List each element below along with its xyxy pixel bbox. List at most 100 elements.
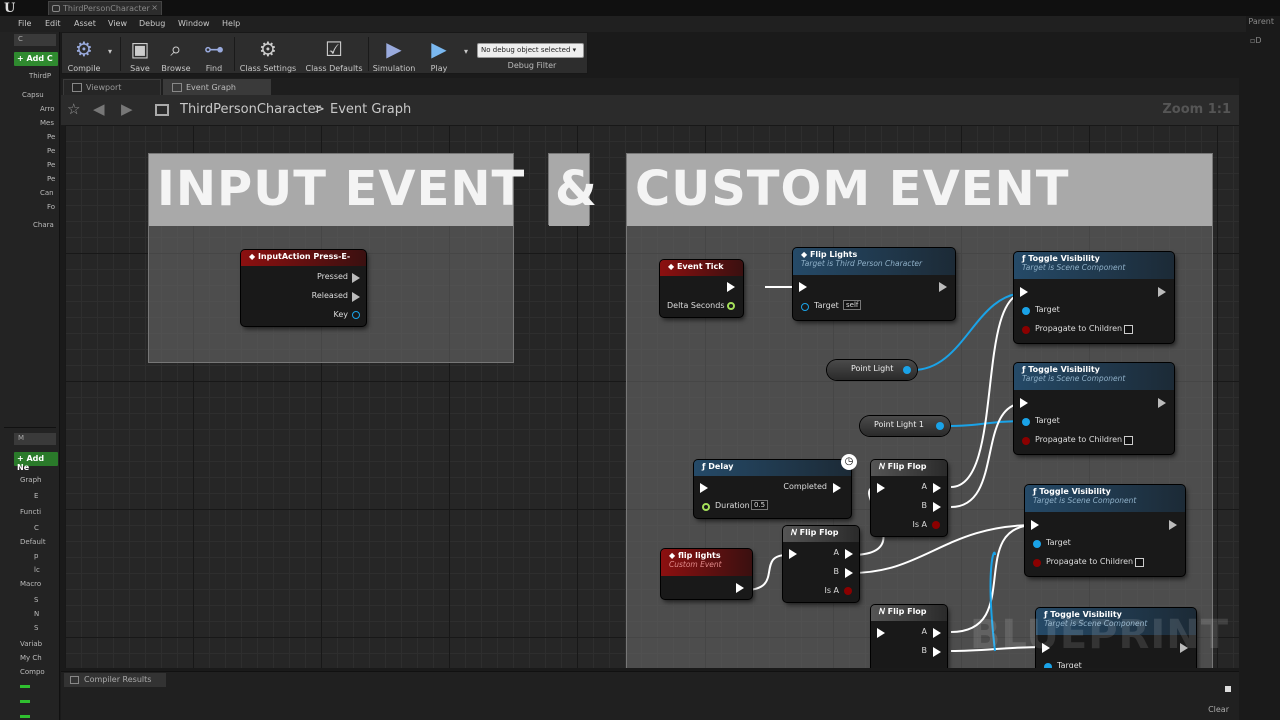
- target-pin[interactable]: [1033, 540, 1041, 548]
- exec-in-pin[interactable]: [700, 483, 708, 493]
- menu-view[interactable]: View: [108, 19, 127, 28]
- bool-pin[interactable]: [844, 587, 852, 595]
- delay-node[interactable]: ƒ Delay ◷ Completed Duration 0.5: [694, 454, 857, 518]
- toggle-visibility-node[interactable]: ƒ Toggle Visibility Target is Scene Comp…: [1014, 363, 1174, 454]
- save-button[interactable]: ▣ Save: [124, 33, 156, 75]
- exec-out-pin[interactable]: [1158, 398, 1166, 408]
- panel-divider[interactable]: [4, 427, 56, 428]
- tree-item[interactable]: Pe: [47, 161, 55, 169]
- tree-item[interactable]: Fo: [47, 203, 55, 211]
- menu-help[interactable]: Help: [222, 19, 240, 28]
- section-functions[interactable]: Functi: [20, 508, 41, 516]
- exec-out-pin[interactable]: [833, 483, 841, 493]
- find-button[interactable]: ⊶ Find: [198, 33, 230, 75]
- exec-out-pin[interactable]: [352, 273, 360, 283]
- toggle-visibility-node[interactable]: ƒ Toggle Visibility Target is Scene Comp…: [1014, 252, 1174, 343]
- exec-out-a-pin[interactable]: [933, 628, 941, 638]
- tab-viewport[interactable]: Viewport: [63, 79, 161, 95]
- section-default[interactable]: Default: [20, 538, 46, 546]
- propagate-checkbox[interactable]: [1124, 436, 1133, 445]
- exec-out-pin[interactable]: [736, 583, 744, 593]
- duration-value[interactable]: 0.5: [751, 500, 769, 510]
- tree-item[interactable]: Pe: [47, 147, 55, 155]
- propagate-checkbox[interactable]: [1135, 558, 1144, 567]
- flip-flop-node[interactable]: 𝑁 Flip Flop A B Is A: [871, 460, 947, 536]
- section-graphs[interactable]: Graph: [20, 476, 41, 484]
- macro-item[interactable]: S: [34, 624, 38, 632]
- section-macros[interactable]: Macro: [20, 580, 41, 588]
- exec-out-b-pin[interactable]: [933, 502, 941, 512]
- add-component-button[interactable]: + Add C: [14, 52, 58, 66]
- section-variables[interactable]: Variab: [20, 640, 42, 648]
- event-graph-canvas[interactable]: INPUT EVENT & CUSTOM EVENT ◆ InputAction…: [65, 125, 1239, 668]
- function-item[interactable]: C: [34, 524, 39, 532]
- debug-object-select[interactable]: No debug object selected ▾: [477, 43, 584, 58]
- add-new-button[interactable]: + Add Ne: [14, 452, 58, 472]
- exec-out-b-pin[interactable]: [933, 647, 941, 657]
- section-my-character[interactable]: My Ch: [20, 654, 42, 662]
- document-tab[interactable]: ThirdPersonCharacter ×: [48, 1, 162, 15]
- toggle-visibility-node[interactable]: ƒ Toggle Visibility Target is Scene Comp…: [1025, 485, 1185, 576]
- favorite-star-icon[interactable]: ☆: [67, 100, 80, 118]
- target-pin[interactable]: [1022, 307, 1030, 315]
- exec-out-a-pin[interactable]: [845, 549, 853, 559]
- bool-pin[interactable]: [1022, 437, 1030, 445]
- scroll-thumb[interactable]: [1225, 686, 1231, 692]
- menu-debug[interactable]: Debug: [139, 19, 165, 28]
- details-tab-icon[interactable]: ▫D: [1250, 36, 1262, 45]
- flip-flop-node[interactable]: 𝑁 Flip Flop A B Is A: [783, 526, 859, 602]
- simulation-button[interactable]: ▶ Simulation: [371, 33, 417, 75]
- tab-compiler-results[interactable]: Compiler Results: [64, 673, 166, 687]
- point-light-variable[interactable]: Point Light: [827, 360, 917, 380]
- breadcrumb-root[interactable]: ThirdPersonCharacter: [180, 102, 321, 117]
- exec-in-pin[interactable]: [1031, 520, 1039, 530]
- close-tab-icon[interactable]: ×: [151, 3, 158, 12]
- menu-asset[interactable]: Asset: [74, 19, 96, 28]
- bool-pin[interactable]: [1033, 559, 1041, 567]
- tree-item[interactable]: Can: [40, 189, 54, 197]
- components-tab[interactable]: C: [14, 34, 56, 46]
- float-pin[interactable]: [727, 302, 735, 310]
- exec-in-pin[interactable]: [877, 628, 885, 638]
- class-defaults-button[interactable]: ☑ Class Defaults: [302, 33, 366, 75]
- exec-in-pin[interactable]: [1020, 398, 1028, 408]
- exec-out-pin[interactable]: [352, 292, 360, 302]
- bool-pin[interactable]: [1022, 326, 1030, 334]
- exec-out-a-pin[interactable]: [933, 483, 941, 493]
- exec-in-pin[interactable]: [877, 483, 885, 493]
- menu-edit[interactable]: Edit: [45, 19, 61, 28]
- menu-file[interactable]: File: [18, 19, 31, 28]
- function-item[interactable]: p: [34, 552, 38, 560]
- exec-in-pin[interactable]: [789, 549, 797, 559]
- exec-out-pin[interactable]: [727, 282, 735, 292]
- my-blueprint-tab[interactable]: M: [14, 433, 56, 445]
- bool-pin[interactable]: [932, 521, 940, 529]
- clear-button[interactable]: Clear: [1208, 705, 1229, 714]
- custom-event-node[interactable]: ◆ flip lights Custom Event: [661, 549, 752, 599]
- exec-out-pin[interactable]: [1169, 520, 1177, 530]
- macro-item[interactable]: N: [34, 610, 39, 618]
- object-pin[interactable]: [936, 422, 944, 430]
- back-arrow-icon[interactable]: ◀: [93, 100, 105, 118]
- exec-out-pin[interactable]: [1158, 287, 1166, 297]
- section-components[interactable]: Compo: [20, 668, 45, 676]
- target-pin[interactable]: [801, 303, 809, 311]
- input-action-node[interactable]: ◆ InputAction Press-E- Pressed Released …: [241, 250, 366, 326]
- point-light-1-variable[interactable]: Point Light 1: [860, 416, 950, 436]
- target-pin[interactable]: [1022, 418, 1030, 426]
- tree-item[interactable]: Pe: [47, 175, 55, 183]
- flip-lights-node[interactable]: ◆ Flip Lights Target is Third Person Cha…: [793, 248, 955, 320]
- flip-flop-node[interactable]: 𝑁 Flip Flop A B: [871, 605, 947, 668]
- propagate-checkbox[interactable]: [1124, 325, 1133, 334]
- exec-in-pin[interactable]: [1020, 287, 1028, 297]
- target-pin[interactable]: [1044, 663, 1052, 668]
- tree-item[interactable]: Mes: [40, 119, 54, 127]
- tab-event-graph[interactable]: Event Graph: [163, 79, 271, 95]
- play-button[interactable]: ▶ Play: [421, 33, 457, 75]
- graph-item[interactable]: E: [34, 492, 38, 500]
- key-pin[interactable]: [352, 311, 360, 319]
- compile-button[interactable]: ⚙ Compile: [64, 33, 104, 75]
- play-options-icon[interactable]: ▾: [460, 33, 472, 75]
- tree-item[interactable]: Arro: [40, 105, 55, 113]
- float-pin[interactable]: [702, 503, 710, 511]
